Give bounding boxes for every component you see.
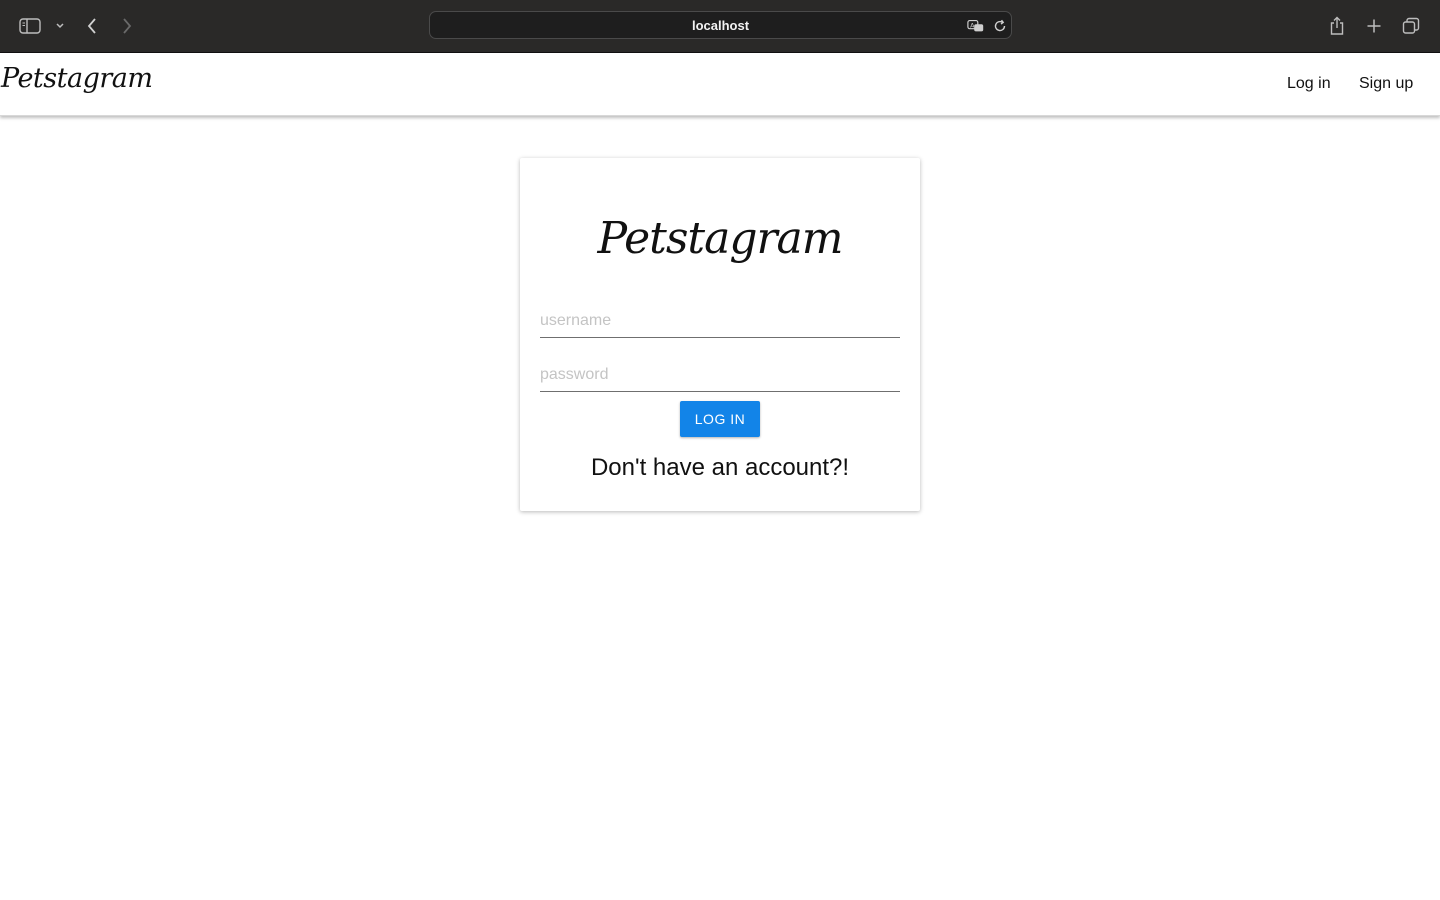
nav-login-link[interactable]: Log in	[1287, 75, 1331, 93]
sidebar-icon[interactable]	[16, 12, 44, 40]
chevron-down-icon[interactable]	[46, 12, 74, 40]
translate-icon[interactable]: A	[967, 17, 985, 35]
svg-text:A: A	[970, 22, 975, 29]
share-icon[interactable]	[1323, 12, 1351, 40]
plus-icon[interactable]	[1360, 12, 1388, 40]
brand-logo[interactable]: Petstagram	[1, 63, 153, 94]
card-brand-logo: Petstagram	[597, 213, 844, 264]
address-bar[interactable]: localhost A	[429, 11, 1012, 39]
username-input[interactable]	[540, 304, 900, 338]
tabs-overview-icon[interactable]	[1397, 12, 1425, 40]
reload-icon[interactable]	[991, 17, 1009, 35]
chevron-left-icon[interactable]	[78, 12, 106, 40]
login-button[interactable]: LOG IN	[680, 401, 760, 437]
chevron-right-icon[interactable]	[113, 12, 141, 40]
signup-prompt-link[interactable]: Don't have an account?!	[520, 454, 920, 482]
login-card: Petstagram LOG IN Don't have an account?…	[520, 158, 920, 511]
password-input[interactable]	[540, 358, 900, 392]
app-header: Petstagram Log in Sign up	[0, 53, 1440, 116]
browser-toolbar: localhost A	[0, 0, 1440, 53]
nav-signup-link[interactable]: Sign up	[1359, 75, 1413, 93]
url-text: localhost	[691, 18, 750, 33]
